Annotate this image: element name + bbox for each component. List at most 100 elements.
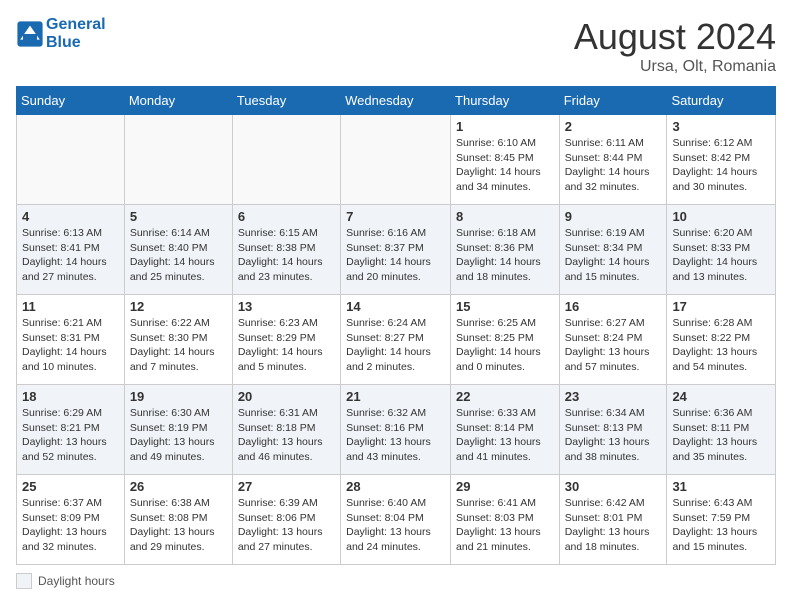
day-info: Sunrise: 6:31 AM Sunset: 8:18 PM Dayligh… bbox=[238, 406, 335, 465]
calendar-day-cell bbox=[232, 115, 340, 205]
calendar-day-header: Sunday bbox=[17, 87, 125, 115]
calendar-day-header: Wednesday bbox=[341, 87, 451, 115]
calendar-day-cell: 29Sunrise: 6:41 AM Sunset: 8:03 PM Dayli… bbox=[451, 475, 560, 565]
calendar-day-cell: 23 Sunrise: 6:34 AM Sunset: 8:13 PM Dayli… bbox=[559, 385, 667, 475]
day-number: 23 bbox=[565, 389, 662, 404]
calendar-day-cell: 18Sunrise: 6:29 AM Sunset: 8:21 PM Dayli… bbox=[17, 385, 125, 475]
month-year-title: August 2024 bbox=[574, 16, 776, 58]
calendar-week-row: 25 Sunrise: 6:37 AM Sunset: 8:09 PM Dayli… bbox=[17, 475, 776, 565]
day-number: 11 bbox=[22, 299, 119, 314]
day-info: Sunrise: 6:14 AM Sunset: 8:40 PM Dayligh… bbox=[130, 226, 227, 285]
calendar-footer: Daylight hours bbox=[16, 573, 776, 589]
day-info: Sunrise: 6:20 AM Sunset: 8:33 PM Dayligh… bbox=[672, 226, 770, 285]
day-number: 16 bbox=[565, 299, 662, 314]
day-number: 20 bbox=[238, 389, 335, 404]
calendar-day-cell: 31 Sunrise: 6:43 AM Sunset: 7:59 PM Dayli… bbox=[667, 475, 776, 565]
calendar-day-cell: 26 Sunrise: 6:38 AM Sunset: 8:08 PM Dayli… bbox=[124, 475, 232, 565]
day-number: 22 bbox=[456, 389, 554, 404]
day-number: 26 bbox=[130, 479, 227, 494]
calendar-day-cell bbox=[124, 115, 232, 205]
day-info: Sunrise: 6:41 AM Sunset: 8:03 PM Dayligh… bbox=[456, 496, 554, 555]
calendar-day-cell: 27 Sunrise: 6:39 AM Sunset: 8:06 PM Dayli… bbox=[232, 475, 340, 565]
calendar-week-row: 1 Sunrise: 6:10 AM Sunset: 8:45 PM Daylig… bbox=[17, 115, 776, 205]
calendar-day-cell: 25 Sunrise: 6:37 AM Sunset: 8:09 PM Dayli… bbox=[17, 475, 125, 565]
calendar-day-cell: 8Sunrise: 6:18 AM Sunset: 8:36 PM Daylig… bbox=[451, 205, 560, 295]
day-number: 6 bbox=[238, 209, 335, 224]
calendar-day-cell: 10 Sunrise: 6:20 AM Sunset: 8:33 PM Dayli… bbox=[667, 205, 776, 295]
day-number: 13 bbox=[238, 299, 335, 314]
calendar-day-cell: 3 Sunrise: 6:12 AM Sunset: 8:42 PM Daylig… bbox=[667, 115, 776, 205]
day-number: 9 bbox=[565, 209, 662, 224]
calendar-day-cell: 30Sunrise: 6:42 AM Sunset: 8:01 PM Dayli… bbox=[559, 475, 667, 565]
day-info: Sunrise: 6:40 AM Sunset: 8:04 PM Dayligh… bbox=[346, 496, 445, 555]
calendar-day-cell: 22 Sunrise: 6:33 AM Sunset: 8:14 PM Dayli… bbox=[451, 385, 560, 475]
page-header: General Blue August 2024 Ursa, Olt, Roma… bbox=[16, 16, 776, 76]
calendar-week-row: 4Sunrise: 6:13 AM Sunset: 8:41 PM Daylig… bbox=[17, 205, 776, 295]
location-subtitle: Ursa, Olt, Romania bbox=[574, 58, 776, 76]
day-number: 2 bbox=[565, 119, 662, 134]
day-number: 1 bbox=[456, 119, 554, 134]
day-info: Sunrise: 6:19 AM Sunset: 8:34 PM Dayligh… bbox=[565, 226, 662, 285]
calendar-day-cell: 5Sunrise: 6:14 AM Sunset: 8:40 PM Daylig… bbox=[124, 205, 232, 295]
day-number: 25 bbox=[22, 479, 119, 494]
day-info: Sunrise: 6:10 AM Sunset: 8:45 PM Dayligh… bbox=[456, 136, 554, 195]
day-number: 3 bbox=[672, 119, 770, 134]
calendar-day-cell: 17Sunrise: 6:28 AM Sunset: 8:22 PM Dayli… bbox=[667, 295, 776, 385]
day-info: Sunrise: 6:37 AM Sunset: 8:09 PM Dayligh… bbox=[22, 496, 119, 555]
calendar-day-cell: 24Sunrise: 6:36 AM Sunset: 8:11 PM Dayli… bbox=[667, 385, 776, 475]
day-info: Sunrise: 6:15 AM Sunset: 8:38 PM Dayligh… bbox=[238, 226, 335, 285]
calendar-day-header: Tuesday bbox=[232, 87, 340, 115]
calendar-day-cell: 2 Sunrise: 6:11 AM Sunset: 8:44 PM Daylig… bbox=[559, 115, 667, 205]
day-number: 14 bbox=[346, 299, 445, 314]
day-info: Sunrise: 6:30 AM Sunset: 8:19 PM Dayligh… bbox=[130, 406, 227, 465]
day-info: Sunrise: 6:38 AM Sunset: 8:08 PM Dayligh… bbox=[130, 496, 227, 555]
day-number: 27 bbox=[238, 479, 335, 494]
calendar-day-cell: 28Sunrise: 6:40 AM Sunset: 8:04 PM Dayli… bbox=[341, 475, 451, 565]
calendar-week-row: 11Sunrise: 6:21 AM Sunset: 8:31 PM Dayli… bbox=[17, 295, 776, 385]
logo-text: General Blue bbox=[46, 16, 106, 52]
calendar-day-cell bbox=[17, 115, 125, 205]
day-number: 10 bbox=[672, 209, 770, 224]
day-info: Sunrise: 6:33 AM Sunset: 8:14 PM Dayligh… bbox=[456, 406, 554, 465]
day-number: 7 bbox=[346, 209, 445, 224]
day-info: Sunrise: 6:18 AM Sunset: 8:36 PM Dayligh… bbox=[456, 226, 554, 285]
logo-icon bbox=[16, 20, 44, 48]
calendar-day-cell: 15 Sunrise: 6:25 AM Sunset: 8:25 PM Dayli… bbox=[451, 295, 560, 385]
day-number: 4 bbox=[22, 209, 119, 224]
calendar-header-row: SundayMondayTuesdayWednesdayThursdayFrid… bbox=[17, 87, 776, 115]
title-area: August 2024 Ursa, Olt, Romania bbox=[574, 16, 776, 76]
day-info: Sunrise: 6:42 AM Sunset: 8:01 PM Dayligh… bbox=[565, 496, 662, 555]
day-info: Sunrise: 6:29 AM Sunset: 8:21 PM Dayligh… bbox=[22, 406, 119, 465]
calendar-day-cell bbox=[341, 115, 451, 205]
day-info: Sunrise: 6:34 AM Sunset: 8:13 PM Dayligh… bbox=[565, 406, 662, 465]
day-number: 12 bbox=[130, 299, 227, 314]
day-number: 31 bbox=[672, 479, 770, 494]
day-info: Sunrise: 6:43 AM Sunset: 7:59 PM Dayligh… bbox=[672, 496, 770, 555]
calendar-day-cell: 6 Sunrise: 6:15 AM Sunset: 8:38 PM Daylig… bbox=[232, 205, 340, 295]
calendar-day-cell: 16 Sunrise: 6:27 AM Sunset: 8:24 PM Dayli… bbox=[559, 295, 667, 385]
day-info: Sunrise: 6:27 AM Sunset: 8:24 PM Dayligh… bbox=[565, 316, 662, 375]
calendar-day-header: Friday bbox=[559, 87, 667, 115]
day-info: Sunrise: 6:16 AM Sunset: 8:37 PM Dayligh… bbox=[346, 226, 445, 285]
logo: General Blue bbox=[16, 16, 106, 52]
calendar-day-cell: 13Sunrise: 6:23 AM Sunset: 8:29 PM Dayli… bbox=[232, 295, 340, 385]
day-info: Sunrise: 6:12 AM Sunset: 8:42 PM Dayligh… bbox=[672, 136, 770, 195]
calendar-day-header: Monday bbox=[124, 87, 232, 115]
calendar-day-header: Saturday bbox=[667, 87, 776, 115]
calendar-week-row: 18Sunrise: 6:29 AM Sunset: 8:21 PM Dayli… bbox=[17, 385, 776, 475]
day-number: 15 bbox=[456, 299, 554, 314]
day-info: Sunrise: 6:24 AM Sunset: 8:27 PM Dayligh… bbox=[346, 316, 445, 375]
calendar-day-cell: 19Sunrise: 6:30 AM Sunset: 8:19 PM Dayli… bbox=[124, 385, 232, 475]
day-info: Sunrise: 6:25 AM Sunset: 8:25 PM Dayligh… bbox=[456, 316, 554, 375]
day-number: 17 bbox=[672, 299, 770, 314]
day-info: Sunrise: 6:39 AM Sunset: 8:06 PM Dayligh… bbox=[238, 496, 335, 555]
calendar-day-cell: 7 Sunrise: 6:16 AM Sunset: 8:37 PM Daylig… bbox=[341, 205, 451, 295]
daylight-color-swatch bbox=[16, 573, 32, 589]
calendar-day-cell: 12Sunrise: 6:22 AM Sunset: 8:30 PM Dayli… bbox=[124, 295, 232, 385]
calendar-day-cell: 9 Sunrise: 6:19 AM Sunset: 8:34 PM Daylig… bbox=[559, 205, 667, 295]
calendar-table: SundayMondayTuesdayWednesdayThursdayFrid… bbox=[16, 86, 776, 565]
day-info: Sunrise: 6:11 AM Sunset: 8:44 PM Dayligh… bbox=[565, 136, 662, 195]
calendar-day-cell: 1 Sunrise: 6:10 AM Sunset: 8:45 PM Daylig… bbox=[451, 115, 560, 205]
day-info: Sunrise: 6:32 AM Sunset: 8:16 PM Dayligh… bbox=[346, 406, 445, 465]
day-number: 24 bbox=[672, 389, 770, 404]
